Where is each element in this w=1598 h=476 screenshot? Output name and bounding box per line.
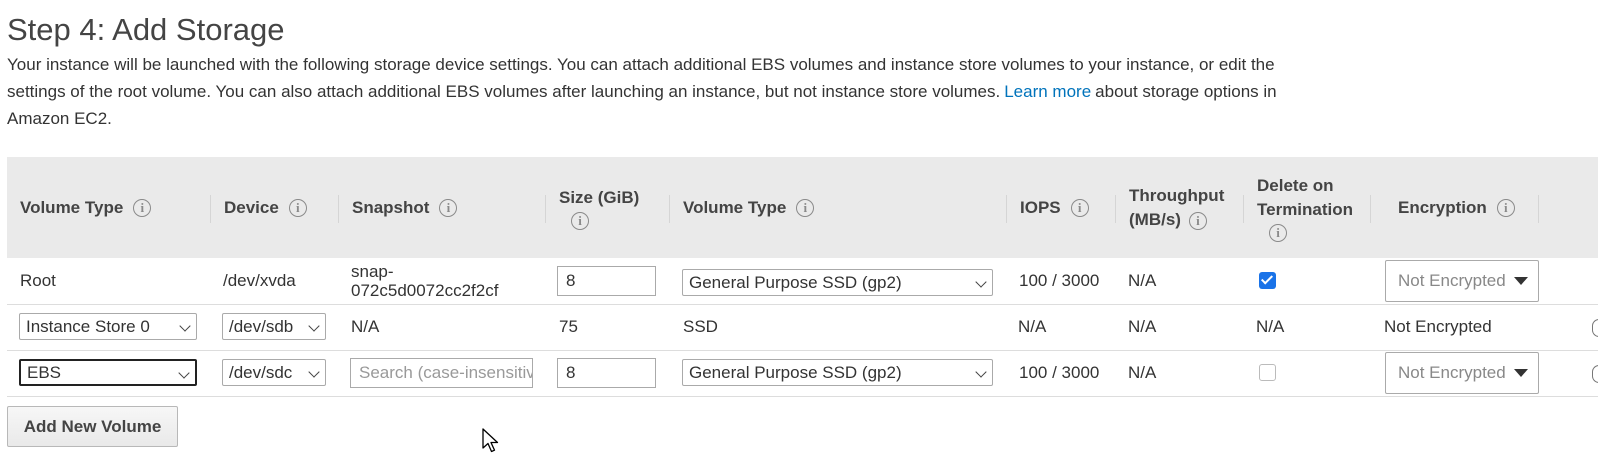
- chevron-down-icon: [178, 367, 190, 379]
- chevron-down-icon: [308, 366, 320, 378]
- col-throughput: Throughput (MB/s) i: [1129, 185, 1225, 231]
- add-new-volume-button[interactable]: Add New Volume: [7, 406, 178, 447]
- snapshot-id: snap-072c5d0072cc2f2cf: [351, 262, 499, 300]
- info-icon[interactable]: i: [796, 198, 815, 217]
- delete-on-termination-checkbox[interactable]: [1259, 272, 1276, 289]
- delete-on-termination-value: N/A: [1256, 317, 1285, 336]
- learn-more-link[interactable]: Learn more: [1004, 82, 1091, 101]
- col-encryption: Encryption i: [1398, 157, 1515, 258]
- column-divider: [338, 195, 339, 223]
- info-icon[interactable]: i: [439, 198, 458, 217]
- page-title: Step 4: Add Storage: [7, 12, 285, 47]
- encryption-value: Not Encrypted: [1384, 317, 1492, 336]
- col-size: Size (GiB) i: [559, 187, 640, 230]
- device-select[interactable]: /dev/sdb: [222, 313, 326, 340]
- page-description: Your instance will be launched with the …: [7, 51, 1297, 132]
- chevron-down-icon: [975, 276, 987, 288]
- col-device: Device i: [224, 157, 307, 258]
- size-value: 75: [559, 317, 578, 336]
- device-value: /dev/xvda: [223, 271, 296, 290]
- size-input[interactable]: 8: [557, 266, 656, 296]
- table-row: Instance Store 0 /dev/sdb N/A 75 SSD N/A…: [7, 304, 1598, 351]
- column-divider: [1006, 195, 1007, 223]
- throughput-value: N/A: [1128, 317, 1157, 336]
- storage-table: Volume Type i Device i Snapshot i Size (…: [7, 157, 1598, 397]
- table-row: Root /dev/xvda snap-072c5d0072cc2f2cf 8 …: [7, 258, 1598, 305]
- chevron-down-icon: [308, 320, 320, 332]
- volume-type-value: SSD: [683, 317, 718, 336]
- iops-value: 100 / 3000: [1019, 271, 1100, 290]
- volume-type-value: Root: [20, 271, 56, 290]
- column-divider: [1538, 195, 1539, 223]
- info-icon[interactable]: i: [288, 198, 307, 217]
- caret-down-icon: [1514, 277, 1528, 285]
- table-row: EBS /dev/sdc Search (case-insensitive) 8…: [7, 350, 1598, 397]
- size-input[interactable]: 8: [557, 358, 656, 388]
- caret-down-icon: [1514, 369, 1528, 377]
- column-divider: [210, 195, 211, 223]
- info-icon[interactable]: i: [1496, 198, 1515, 217]
- row-action-edge[interactable]: [1592, 319, 1598, 337]
- snapshot-search-input[interactable]: Search (case-insensitive): [350, 358, 533, 388]
- info-icon[interactable]: i: [133, 198, 152, 217]
- info-icon[interactable]: i: [1269, 223, 1287, 242]
- row-action-edge[interactable]: [1592, 365, 1598, 383]
- snapshot-value: N/A: [351, 317, 380, 336]
- column-divider: [1115, 195, 1116, 223]
- mouse-cursor-icon: [482, 428, 499, 453]
- column-divider: [1370, 195, 1371, 223]
- device-select[interactable]: /dev/sdc: [222, 359, 326, 386]
- volume-type-select[interactable]: EBS: [19, 359, 197, 386]
- col-volume-type-ebs: Volume Type i: [683, 157, 815, 258]
- delete-on-termination-checkbox[interactable]: [1259, 364, 1276, 381]
- throughput-value: N/A: [1128, 271, 1157, 290]
- iops-value: N/A: [1018, 317, 1047, 336]
- info-icon[interactable]: i: [1188, 212, 1207, 231]
- col-volume-type: Volume Type i: [20, 157, 152, 258]
- column-divider: [1243, 195, 1244, 223]
- encryption-select[interactable]: Not Encrypted: [1385, 260, 1539, 302]
- col-delete-on-termination: Delete on Termination i: [1257, 175, 1354, 242]
- encryption-select[interactable]: Not Encrypted: [1385, 352, 1539, 394]
- column-divider: [669, 195, 670, 223]
- chevron-down-icon: [975, 366, 987, 378]
- volume-type-select[interactable]: General Purpose SSD (gp2): [682, 359, 993, 386]
- col-snapshot: Snapshot i: [352, 157, 458, 258]
- volume-type-select[interactable]: General Purpose SSD (gp2): [682, 269, 993, 296]
- info-icon[interactable]: i: [571, 211, 589, 230]
- iops-value: 100 / 3000: [1019, 363, 1100, 382]
- col-iops: IOPS i: [1020, 157, 1089, 258]
- chevron-down-icon: [179, 320, 191, 332]
- table-header: Volume Type i Device i Snapshot i Size (…: [7, 157, 1598, 258]
- column-divider: [545, 195, 546, 223]
- info-icon[interactable]: i: [1070, 198, 1089, 217]
- throughput-value: N/A: [1128, 363, 1157, 382]
- volume-type-select[interactable]: Instance Store 0: [19, 313, 197, 340]
